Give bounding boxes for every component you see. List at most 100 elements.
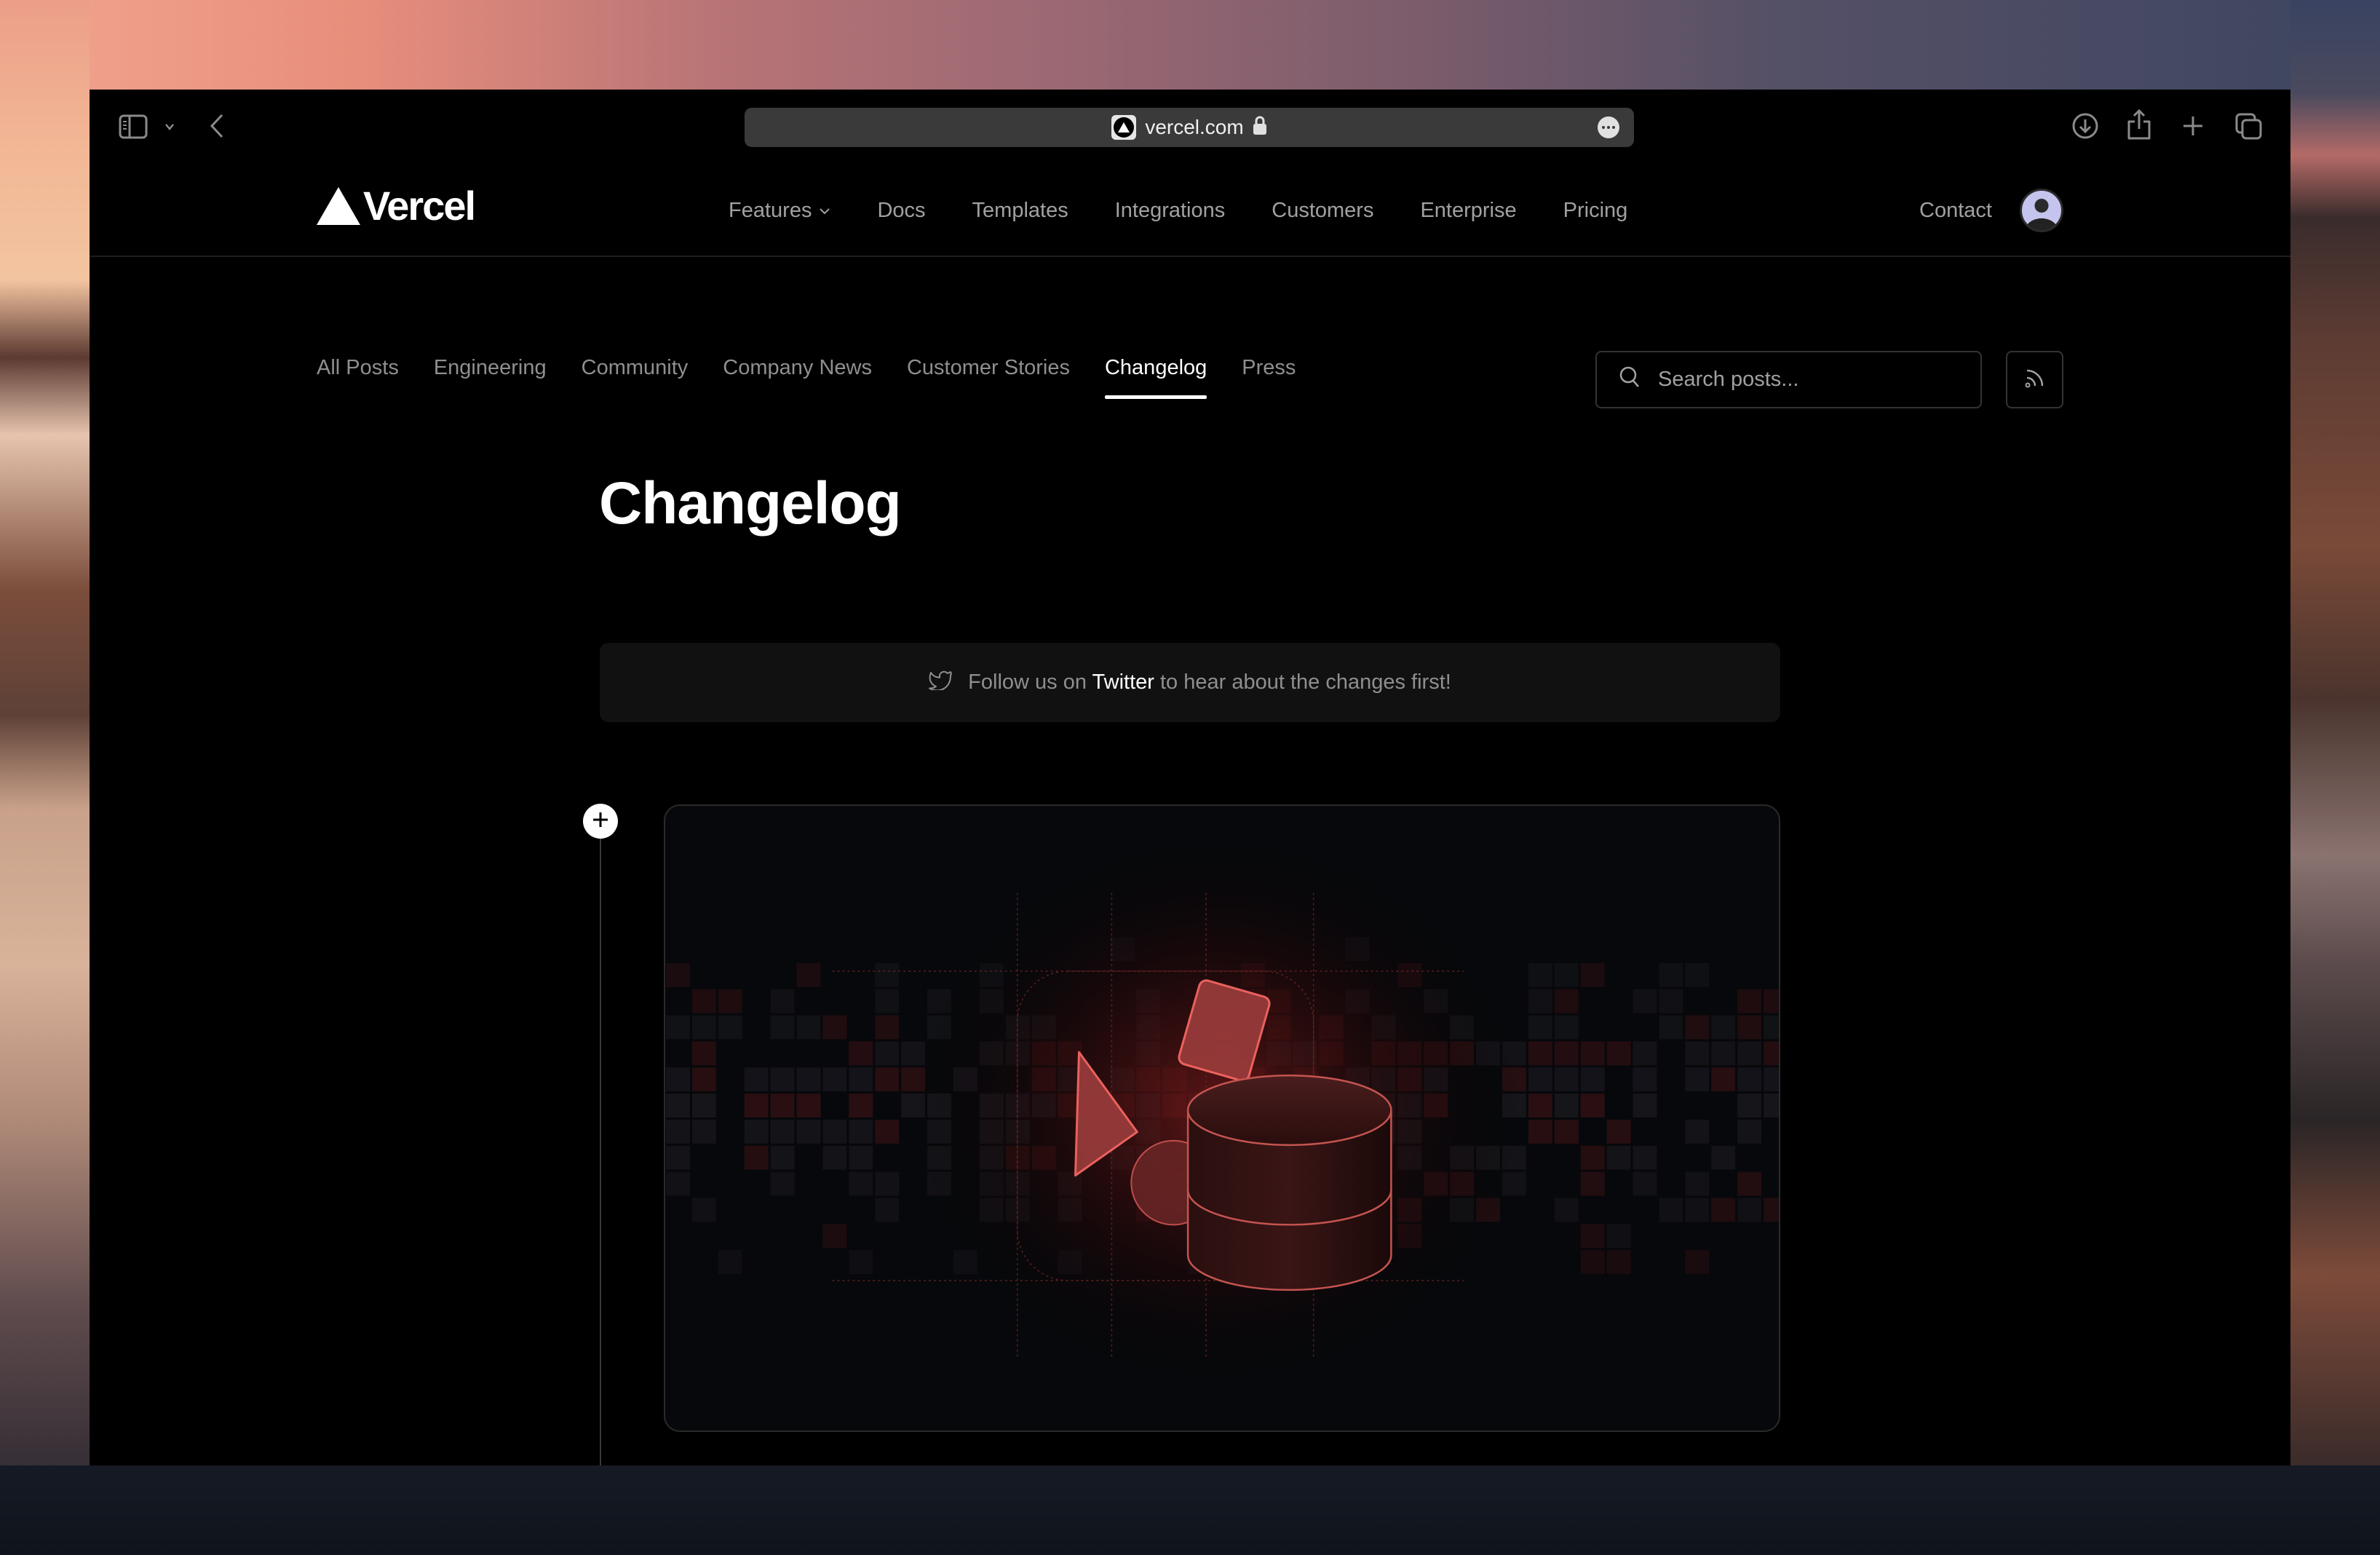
pixel-tile xyxy=(1711,1015,1736,1040)
pixel-tile xyxy=(1606,1224,1631,1249)
nav-link-customers[interactable]: Customers xyxy=(1272,199,1373,223)
pixel-tile xyxy=(1737,989,1762,1013)
pixel-tile xyxy=(849,1145,873,1170)
pixel-tile xyxy=(1764,1015,1779,1040)
pixel-tile xyxy=(822,1145,847,1170)
rss-icon xyxy=(2024,367,2046,392)
timeline-expand-button[interactable] xyxy=(583,804,618,839)
twitter-follow-banner: Follow us on Twitter to hear about the c… xyxy=(600,643,1780,722)
tab-press[interactable]: Press xyxy=(1242,356,1296,380)
pixel-tile xyxy=(770,1067,795,1092)
pixel-tile xyxy=(718,1250,742,1275)
pixel-tile xyxy=(1737,1171,1762,1196)
nav-link-templates[interactable]: Templates xyxy=(972,199,1068,223)
nav-link-enterprise[interactable]: Enterprise xyxy=(1420,199,1516,223)
pixel-tile xyxy=(744,1067,769,1092)
twitter-link[interactable]: Twitter xyxy=(1092,670,1154,694)
tab-all-posts[interactable]: All Posts xyxy=(317,356,399,380)
nav-link-integrations[interactable]: Integrations xyxy=(1115,199,1226,223)
changelog-post-card[interactable] xyxy=(664,804,1780,1432)
chevron-down-icon[interactable] xyxy=(162,117,177,136)
nav-link-label: Features xyxy=(729,198,812,222)
pixel-tile xyxy=(1685,1171,1710,1196)
pixel-tile xyxy=(1737,1198,1762,1222)
pixel-tile xyxy=(770,1145,795,1170)
url-text: vercel.com xyxy=(1145,116,1244,138)
tab-company-news[interactable]: Company News xyxy=(723,356,872,380)
pixel-tile xyxy=(770,1093,795,1118)
pixel-tile xyxy=(1554,962,1579,987)
pixel-tile xyxy=(796,1015,821,1040)
vercel-logo[interactable]: Vercel xyxy=(317,186,476,226)
pixel-tile xyxy=(744,1093,769,1118)
pixel-tile xyxy=(1737,1093,1762,1118)
pixel-tile xyxy=(875,962,900,987)
pixel-tile xyxy=(1685,962,1710,987)
tab-customer-stories[interactable]: Customer Stories xyxy=(907,356,1070,380)
pixel-tile xyxy=(691,1015,716,1040)
pixel-tile xyxy=(1606,1145,1631,1170)
pixel-tile xyxy=(875,1119,900,1144)
ellipsis-icon[interactable] xyxy=(1598,116,1619,138)
pixel-tile xyxy=(691,1093,716,1118)
pixel-tile xyxy=(691,1041,716,1066)
pixel-tile xyxy=(849,1041,873,1066)
pixel-tile xyxy=(1528,1067,1552,1092)
nav-link-pricing[interactable]: Pricing xyxy=(1563,199,1628,223)
pixel-tile xyxy=(1580,1224,1605,1249)
pixel-tile xyxy=(1580,1171,1605,1196)
pixel-tile xyxy=(1554,1067,1579,1092)
pixel-tile xyxy=(1554,1119,1579,1144)
pixel-tile xyxy=(1711,1198,1736,1222)
search-field[interactable] xyxy=(1595,351,1982,408)
pixel-tile xyxy=(1764,1093,1779,1118)
pixel-tile xyxy=(1737,1067,1762,1092)
pixel-tile xyxy=(1764,989,1779,1013)
pixel-tile xyxy=(1633,989,1657,1013)
pixel-tile xyxy=(1554,989,1579,1013)
pixel-tile xyxy=(1659,989,1683,1013)
pixel-tile xyxy=(1633,1171,1657,1196)
pixel-tile xyxy=(1659,962,1683,987)
pixel-tile xyxy=(1685,1015,1710,1040)
search-input[interactable] xyxy=(1658,368,1964,392)
banner-prefix: Follow us on xyxy=(968,670,1087,694)
chevron-left-icon[interactable] xyxy=(206,111,228,141)
pixel-tile xyxy=(1528,962,1552,987)
tab-engineering[interactable]: Engineering xyxy=(434,356,547,380)
nav-link-docs[interactable]: Docs xyxy=(877,199,925,223)
pixel-tile xyxy=(718,1015,742,1040)
pixel-tile xyxy=(849,1171,873,1196)
pixel-tile xyxy=(1580,1041,1605,1066)
tab-changelog[interactable]: Changelog xyxy=(1104,356,1207,399)
pixel-tile xyxy=(796,1067,821,1092)
pixel-tile xyxy=(1554,1093,1579,1118)
pixel-tile xyxy=(822,1015,847,1040)
sidebar-icon[interactable] xyxy=(119,114,148,139)
pixel-tile xyxy=(849,1250,873,1275)
address-bar[interactable]: vercel.com xyxy=(745,108,1634,147)
pixel-tile xyxy=(744,1145,769,1170)
tab-community[interactable]: Community xyxy=(582,356,689,380)
pixel-tile xyxy=(1580,962,1605,987)
pixel-tile xyxy=(691,1119,716,1144)
pixel-tile xyxy=(1580,1093,1605,1118)
avatar[interactable] xyxy=(2020,189,2063,232)
pixel-tile xyxy=(1633,1041,1657,1066)
nav-link-features[interactable]: Features xyxy=(729,199,830,223)
rss-feed-button[interactable] xyxy=(2006,351,2063,408)
tabs-icon[interactable] xyxy=(2234,111,2264,142)
pixel-tile xyxy=(1685,1250,1710,1275)
download-icon[interactable] xyxy=(2071,111,2100,141)
database-cylinder-icon xyxy=(1186,1075,1392,1291)
plus-icon[interactable] xyxy=(2178,111,2208,141)
pixel-tile xyxy=(849,1119,873,1144)
pixel-tile xyxy=(665,1093,690,1118)
pixel-tile xyxy=(875,1015,900,1040)
pixel-tile xyxy=(1711,1067,1736,1092)
contact-link[interactable]: Contact xyxy=(1919,164,1992,257)
share-icon[interactable] xyxy=(2125,107,2154,142)
pixel-tile xyxy=(770,1015,795,1040)
pixel-tile xyxy=(1633,1093,1657,1118)
pixel-tile xyxy=(691,1067,716,1092)
